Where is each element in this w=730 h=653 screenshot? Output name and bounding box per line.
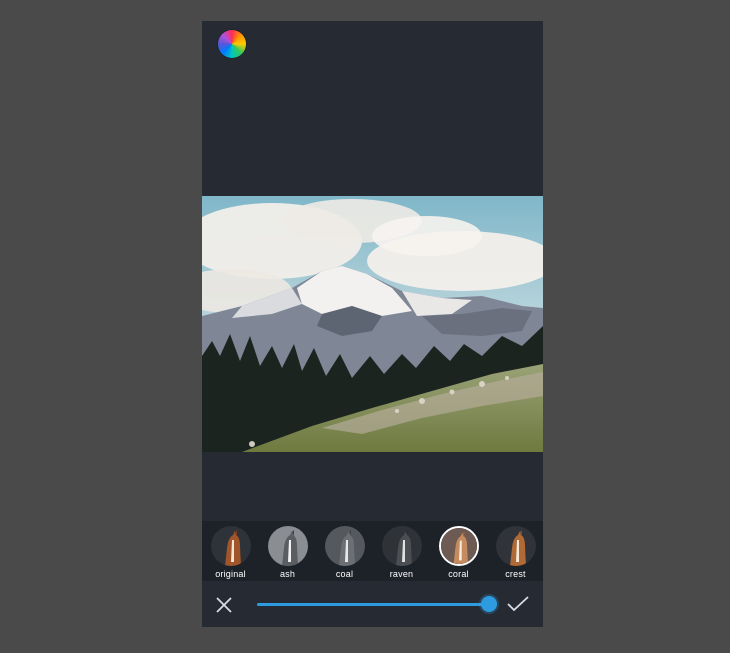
bottom-toolbar xyxy=(202,581,543,627)
intensity-slider[interactable] xyxy=(257,596,497,612)
filter-thumbnail xyxy=(495,526,536,566)
filter-label: ash xyxy=(279,569,296,579)
horse-icon xyxy=(324,526,365,566)
horse-icon xyxy=(267,526,308,566)
filter-strip: original ash coal raven coral crest xyxy=(202,521,543,581)
filter-ash[interactable]: ash xyxy=(259,521,316,581)
filter-thumbnail xyxy=(267,526,308,566)
filter-thumbnail xyxy=(381,526,422,566)
filter-label: crest xyxy=(505,569,526,579)
filter-coal[interactable]: coal xyxy=(316,521,373,581)
intensity-slider-handle[interactable] xyxy=(481,596,497,612)
filter-raven[interactable]: raven xyxy=(373,521,430,581)
horse-icon xyxy=(440,528,477,564)
close-icon[interactable] xyxy=(214,595,234,615)
intensity-slider-fill xyxy=(257,603,489,606)
mountain-photo xyxy=(202,196,543,452)
filter-label: coral xyxy=(448,569,469,579)
horse-icon xyxy=(210,526,251,566)
filter-thumbnail-selected xyxy=(438,526,479,566)
checkmark-icon[interactable] xyxy=(506,594,530,614)
filter-label: original xyxy=(215,569,246,579)
horse-icon xyxy=(495,526,536,566)
color-wheel-icon[interactable] xyxy=(218,30,246,58)
horse-icon xyxy=(381,526,422,566)
filter-label: raven xyxy=(389,569,414,579)
filter-thumbnail xyxy=(210,526,251,566)
filter-crest[interactable]: crest xyxy=(487,521,543,581)
photo-preview xyxy=(202,196,543,452)
filter-thumbnail xyxy=(324,526,365,566)
phone-screen: original ash coal raven coral crest xyxy=(202,21,543,627)
filter-original[interactable]: original xyxy=(202,521,259,581)
filter-label: coal xyxy=(335,569,354,579)
filter-coral[interactable]: coral xyxy=(430,521,487,581)
